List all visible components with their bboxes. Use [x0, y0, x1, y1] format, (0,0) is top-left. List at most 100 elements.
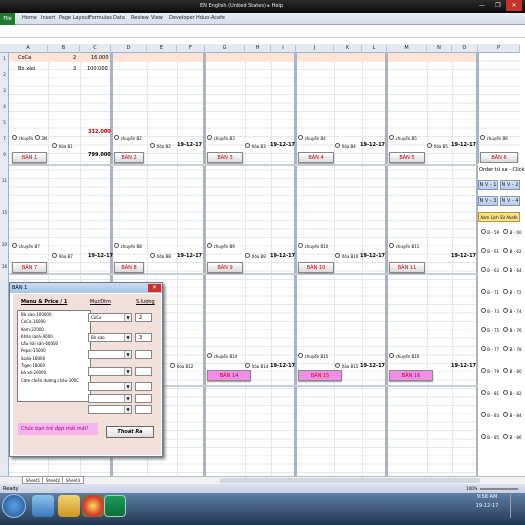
- menu-item[interactable]: Kem-22000: [18, 326, 90, 333]
- zoom-slider[interactable]: [480, 488, 518, 490]
- category-combo[interactable]: ▼: [88, 394, 132, 403]
- col-header[interactable]: M: [387, 45, 427, 53]
- cell-item-name[interactable]: Bò xào: [18, 66, 35, 72]
- radio-button[interactable]: [298, 135, 303, 140]
- nv-button-4[interactable]: N V - 4: [500, 196, 520, 206]
- menu-listbox[interactable]: Bò xào-100000 CoCa-16000 Kem-22000 Khăn …: [17, 310, 91, 402]
- tab-page-layout[interactable]: Page Layout: [59, 15, 90, 21]
- radio-button[interactable]: [481, 390, 486, 395]
- chevron-down-icon[interactable]: ▼: [124, 351, 131, 358]
- row-number[interactable]: 20: [0, 242, 9, 247]
- radio-button[interactable]: [481, 412, 486, 417]
- table-button-1[interactable]: BÀN 1: [12, 152, 47, 163]
- chevron-down-icon[interactable]: ▼: [124, 314, 131, 321]
- radio-button[interactable]: [480, 135, 485, 140]
- nv-button-3[interactable]: N V - 3: [478, 196, 498, 206]
- exit-button[interactable]: Thoát Ra: [106, 426, 154, 438]
- cell-item-name[interactable]: CoCa: [18, 55, 31, 61]
- table-button-6[interactable]: BÀN 6: [480, 152, 518, 163]
- tab-formulas[interactable]: Formulas: [89, 15, 112, 21]
- row-number[interactable]: 3: [0, 88, 9, 93]
- row-number[interactable]: 2: [0, 72, 9, 77]
- category-combo[interactable]: CoCa ▼: [88, 313, 132, 322]
- row-number[interactable]: 9: [0, 152, 9, 157]
- quantity-field[interactable]: [135, 367, 152, 376]
- radio-button[interactable]: [52, 253, 57, 258]
- radio-button[interactable]: [503, 267, 509, 272]
- tab-hduo-acafe[interactable]: Hduo-Acafe: [196, 15, 225, 21]
- table-button-10[interactable]: BÀN 10: [298, 262, 334, 273]
- radio-button[interactable]: [481, 434, 486, 439]
- col-header[interactable]: I: [271, 45, 296, 53]
- table-button-15[interactable]: BÀN 15: [298, 370, 342, 381]
- radio-button[interactable]: [481, 289, 486, 294]
- excel-icon[interactable]: [104, 495, 126, 517]
- internet-explorer-icon[interactable]: [32, 495, 54, 517]
- quantity-field[interactable]: 3: [135, 333, 152, 342]
- tab-developer[interactable]: Developer: [169, 15, 195, 21]
- show-desktop-button[interactable]: [510, 494, 523, 518]
- radio-button[interactable]: [389, 353, 394, 358]
- radio-button[interactable]: [481, 368, 486, 373]
- radio-button[interactable]: [481, 327, 486, 332]
- menu-item[interactable]: Soda-18000: [18, 355, 90, 362]
- quantity-field[interactable]: [135, 405, 152, 414]
- minimize-button[interactable]: —: [474, 0, 490, 11]
- cell-qty[interactable]: 2: [73, 55, 76, 61]
- col-header[interactable]: D: [111, 45, 147, 53]
- chevron-down-icon[interactable]: ▼: [124, 406, 131, 413]
- history-button[interactable]: Xem Lịch Sử Akafe: [478, 212, 520, 222]
- radio-button[interactable]: [150, 253, 155, 258]
- chevron-down-icon[interactable]: ▼: [124, 383, 131, 390]
- radio-button[interactable]: [245, 253, 250, 258]
- maximize-button[interactable]: ❐: [490, 0, 506, 11]
- cell-price[interactable]: 100.000: [87, 66, 108, 72]
- tab-view[interactable]: View: [151, 15, 163, 21]
- chrome-icon[interactable]: [82, 495, 104, 517]
- radio-button[interactable]: [12, 135, 17, 140]
- menu-item[interactable]: Bò xào-100000: [18, 311, 90, 318]
- radio-button[interactable]: [335, 363, 340, 368]
- radio-button[interactable]: [481, 267, 486, 272]
- horizontal-scrollbar[interactable]: [220, 478, 480, 483]
- category-combo[interactable]: Bò xào ▼: [88, 333, 132, 342]
- radio-button[interactable]: [114, 243, 119, 248]
- cell-price[interactable]: 16.000: [91, 55, 109, 61]
- radio-button[interactable]: [481, 229, 486, 234]
- category-combo[interactable]: ▼: [88, 382, 132, 391]
- col-header[interactable]: A: [9, 45, 48, 53]
- col-header[interactable]: L: [362, 45, 387, 53]
- radio-button[interactable]: [335, 253, 340, 258]
- clock-time[interactable]: 9:58 AM: [470, 494, 504, 500]
- radio-button[interactable]: [427, 143, 432, 148]
- col-header[interactable]: C: [80, 45, 111, 53]
- radio-button[interactable]: [503, 229, 509, 234]
- col-header[interactable]: O: [452, 45, 478, 53]
- quantity-field[interactable]: 2: [135, 313, 152, 322]
- radio-button[interactable]: [503, 390, 509, 395]
- chevron-down-icon[interactable]: ▼: [124, 334, 131, 341]
- cell-total[interactable]: 799.000: [88, 152, 111, 158]
- menu-item[interactable]: Lẩu hải sản-60000: [18, 340, 90, 347]
- row-number[interactable]: 15: [0, 210, 9, 215]
- col-header[interactable]: B: [48, 45, 80, 53]
- col-header[interactable]: E: [147, 45, 177, 53]
- menu-item[interactable]: Khăn lạnh-4000: [18, 333, 90, 340]
- radio-button[interactable]: [503, 248, 509, 253]
- nv-button-2[interactable]: N V - 2: [500, 180, 520, 190]
- radio-button[interactable]: [503, 289, 509, 294]
- col-header[interactable]: K: [334, 45, 362, 53]
- quantity-field[interactable]: [135, 350, 152, 359]
- menu-item[interactable]: Cơm chiên dương châu-300C: [18, 377, 90, 384]
- menu-item[interactable]: CoCa-16000: [18, 318, 90, 325]
- formula-bar[interactable]: [0, 25, 525, 38]
- row-number[interactable]: 5: [0, 120, 9, 125]
- cell-total-red[interactable]: 332.000: [88, 129, 111, 135]
- radio-button[interactable]: [503, 368, 509, 373]
- category-combo[interactable]: ▼: [88, 350, 132, 359]
- row-number[interactable]: 11: [0, 178, 9, 183]
- radio-button[interactable]: [503, 327, 509, 332]
- close-button[interactable]: ✕: [506, 0, 522, 11]
- table-button-16[interactable]: BÀN 16: [389, 370, 433, 381]
- table-button-4[interactable]: BÀN 4: [298, 152, 334, 163]
